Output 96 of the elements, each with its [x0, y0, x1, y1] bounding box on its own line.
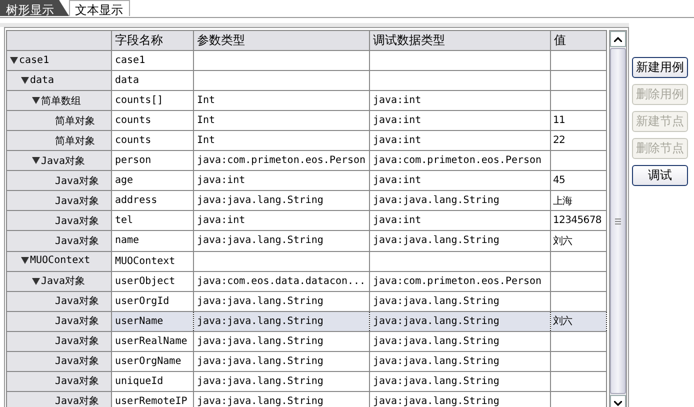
table-cell: java:int — [370, 130, 550, 151]
tree-node[interactable]: MUOContext — [6, 251, 112, 272]
node-label: Java对象 — [41, 154, 86, 168]
column-header[interactable]: 值 — [550, 30, 606, 51]
table-cell: java:java.lang.String — [370, 230, 550, 252]
table-cell: counts[] — [112, 90, 194, 111]
table-cell: java:com.eos.data.datacon... — [194, 271, 370, 292]
table-cell: java:java.lang.String — [194, 351, 370, 372]
tree-node[interactable]: Java对象 — [6, 190, 112, 211]
tree-node[interactable]: 简单数组 — [6, 90, 112, 111]
table-cell: java:com.primeton.eos.Person — [194, 150, 370, 171]
table-cell: 22 — [550, 130, 606, 151]
tree-node[interactable]: Java对象 — [6, 371, 112, 392]
node-label: 简单数组 — [41, 94, 81, 108]
table-cell: 刘六 — [550, 230, 606, 252]
tree-node[interactable]: Java对象 — [6, 230, 112, 252]
table-cell: userOrgName — [112, 351, 194, 372]
node-label: Java对象 — [55, 174, 100, 188]
table-cell: case1 — [112, 50, 194, 71]
table-cell: java:java.lang.String — [194, 230, 370, 252]
table-cell: userRealName — [112, 331, 194, 352]
table-cell: tel — [112, 210, 194, 231]
table-cell: age — [112, 170, 194, 191]
table-cell: java:int — [194, 210, 370, 231]
table-cell: uniqueId — [112, 371, 194, 392]
tree-node[interactable]: Java对象 — [6, 351, 112, 372]
node-label: Java对象 — [55, 234, 100, 248]
node-label: Java对象 — [55, 374, 100, 388]
tree-node[interactable]: Java对象 — [6, 170, 112, 191]
node-label: Java对象 — [41, 274, 86, 288]
table-cell: MUOContext — [112, 251, 194, 272]
node-label: Java对象 — [55, 334, 100, 348]
table-cell: 上海 — [550, 190, 606, 211]
table-cell: 11 — [550, 110, 606, 131]
column-header[interactable]: 字段名称 — [112, 30, 194, 51]
tree-node[interactable]: Java对象 — [6, 291, 112, 312]
tree-node[interactable]: Java对象 — [6, 271, 112, 292]
tree-node[interactable]: case1 — [6, 50, 112, 71]
table-cell: java:int — [370, 90, 550, 111]
table-cell: person — [112, 150, 194, 171]
node-label: Java对象 — [55, 314, 100, 328]
table-cell: 12345678 — [550, 210, 606, 231]
table-cell: java:int — [370, 210, 550, 231]
action-button[interactable]: 新建用例 — [632, 57, 688, 78]
table-cell: Int — [194, 130, 370, 151]
table-cell: Int — [194, 90, 370, 111]
table-cell: counts — [112, 110, 194, 131]
table-cell: java:java.lang.String — [370, 351, 550, 372]
table-cell: java:com.primeton.eos.Person — [370, 150, 550, 171]
node-label: Java对象 — [55, 294, 100, 308]
tab[interactable]: 文本显示 — [69, 0, 130, 16]
column-header[interactable]: 调试数据类型 — [370, 30, 550, 51]
tree-node[interactable]: Java对象 — [6, 311, 112, 332]
table-cell: userOrgId — [112, 291, 194, 312]
table-cell: Int — [194, 110, 370, 131]
table-cell: java:int — [370, 170, 550, 191]
table-cell: address — [112, 190, 194, 211]
table-cell: java:java.lang.String — [370, 190, 550, 211]
table-cell: java:java.lang.String — [370, 331, 550, 352]
tree-node[interactable]: Java对象 — [6, 331, 112, 352]
tree-node[interactable]: Java对象 — [6, 391, 112, 407]
table-cell: userName — [112, 311, 194, 332]
table-cell: java:java.lang.String — [194, 291, 370, 312]
table-cell: java:java.lang.String — [194, 190, 370, 211]
table-cell: counts — [112, 130, 194, 151]
table-cell: java:java.lang.String — [370, 291, 550, 312]
node-label: case1 — [19, 54, 50, 66]
node-label: 简单对象 — [55, 134, 95, 148]
table-cell: java:java.lang.String — [370, 311, 550, 332]
node-label: Java对象 — [55, 354, 100, 368]
table-cell: java:java.lang.String — [370, 371, 550, 392]
column-header[interactable]: 参数类型 — [194, 30, 370, 51]
node-label: Java对象 — [55, 214, 100, 228]
node-label: data — [30, 74, 54, 86]
table-cell: data — [112, 70, 194, 91]
table-cell: java:com.primeton.eos.Person — [370, 271, 550, 292]
table-cell: java:java.lang.String — [194, 331, 370, 352]
tree-node[interactable]: Java对象 — [6, 210, 112, 231]
action-button[interactable]: 调试 — [632, 165, 688, 186]
node-label: Java对象 — [55, 394, 100, 407]
table-cell: 刘六 — [550, 311, 606, 332]
table-cell: userObject — [112, 271, 194, 292]
tree-node[interactable]: 简单对象 — [6, 110, 112, 131]
tree-node[interactable]: Java对象 — [6, 150, 112, 171]
table-cell: java:java.lang.String — [194, 371, 370, 392]
table-cell: java:java.lang.String — [194, 311, 370, 332]
node-label: Java对象 — [55, 194, 100, 208]
table-cell: name — [112, 230, 194, 252]
tree-node[interactable]: data — [6, 70, 112, 91]
node-label: MUOContext — [30, 255, 90, 266]
table-cell: 45 — [550, 170, 606, 191]
tab[interactable]: 树形显示 — [0, 0, 69, 16]
node-label: 简单对象 — [55, 114, 95, 128]
table-cell: java:int — [370, 110, 550, 131]
tree-node[interactable]: 简单对象 — [6, 130, 112, 151]
table-cell: java:int — [194, 170, 370, 191]
